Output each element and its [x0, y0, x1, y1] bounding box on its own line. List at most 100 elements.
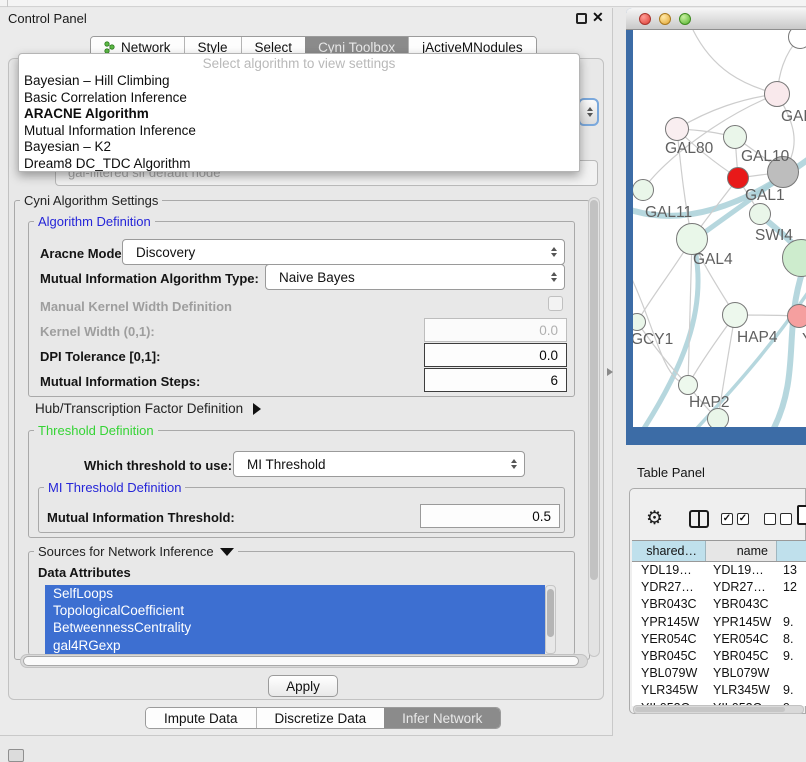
algorithm-dropdown-placeholder: Select algorithm to view settings: [19, 54, 579, 73]
top-strip-divider: [7, 0, 8, 7]
table-row[interactable]: YBR043CYBR043C: [632, 596, 806, 613]
threshold-definition-title: Threshold Definition: [34, 423, 158, 438]
table-cell: 9.: [777, 614, 806, 631]
algorithm-combo-stepper[interactable]: [578, 98, 599, 126]
collapsed-arrow-icon: [253, 403, 261, 415]
table-cell: YER054C: [632, 631, 706, 648]
settings-group-title: Cyni Algorithm Settings: [20, 193, 162, 208]
manual-kernel-checkbox[interactable]: [548, 296, 563, 311]
node-table: shared… name YDL19…YDL19…13YDR27…YDR27…1…: [632, 540, 806, 706]
table-hscrollbar-thumb[interactable]: [635, 707, 785, 712]
hub-section-toggle[interactable]: Hub/Transcription Factor Definition: [35, 401, 261, 416]
table-cell: [777, 665, 806, 682]
gear-icon[interactable]: ⚙: [646, 507, 663, 530]
mi-steps-input[interactable]: 6: [424, 368, 567, 392]
network-node[interactable]: [723, 125, 747, 149]
tab-discretize-data[interactable]: Discretize Data: [256, 708, 385, 728]
settings-scrollbar-thumb[interactable]: [590, 200, 598, 580]
table-row[interactable]: YBR045CYBR045C9.: [632, 648, 806, 665]
splitter-arrow-icon[interactable]: [607, 368, 613, 376]
zoom-traffic-light[interactable]: [679, 13, 691, 25]
network-node-label: GCY1: [633, 331, 673, 349]
minimize-traffic-light[interactable]: [659, 13, 671, 25]
table-cell: YLR345W: [632, 682, 706, 699]
network-node-label: HAP2: [689, 394, 730, 412]
algorithm-dropdown-popup: Select algorithm to view settings Bayesi…: [18, 53, 580, 172]
data-attribute-item[interactable]: SelfLoops: [45, 585, 545, 602]
network-node[interactable]: [764, 81, 790, 107]
unchecked-checkbox-icon-2[interactable]: [780, 513, 792, 525]
table-cell: YDL19…: [706, 562, 777, 579]
tab-impute-data[interactable]: Impute Data: [146, 708, 256, 728]
settings-scrollbar[interactable]: [588, 197, 600, 657]
aracne-mode-select[interactable]: Discovery: [122, 239, 565, 265]
data-attributes-list: SelfLoopsTopologicalCoefficientBetweenne…: [45, 585, 545, 654]
data-attribute-item[interactable]: gal4RGexp: [45, 637, 545, 654]
document-icon[interactable]: [797, 505, 806, 525]
attributes-scrollbar[interactable]: [545, 585, 556, 654]
network-node[interactable]: [722, 302, 748, 328]
minimized-panel-icon[interactable]: [8, 749, 24, 762]
mi-type-select[interactable]: Naive Bayes: [265, 264, 565, 290]
kernel-width-input[interactable]: 0.0: [424, 318, 567, 342]
split-panel-icon[interactable]: [689, 510, 709, 528]
table-cell: YER054C: [706, 631, 777, 648]
unchecked-checkbox-icon-1[interactable]: [764, 513, 776, 525]
network-node[interactable]: [633, 179, 654, 201]
table-header-row: shared… name: [632, 540, 806, 562]
network-node[interactable]: [678, 375, 698, 395]
settings-hscrollbar[interactable]: [20, 654, 588, 668]
float-icon[interactable]: [576, 13, 587, 24]
apply-button[interactable]: Apply: [268, 675, 338, 697]
table-row[interactable]: YBL079WYBL079W: [632, 665, 806, 682]
algorithm-dropdown-item[interactable]: Bayesian – K2: [19, 139, 579, 156]
column-header-partial[interactable]: [777, 541, 806, 561]
table-row[interactable]: YDR27…YDR27…12: [632, 579, 806, 596]
dpi-tolerance-label: DPI Tolerance [0,1]:: [40, 349, 160, 364]
network-window-titlebar[interactable]: [626, 8, 806, 30]
algorithm-dropdown-item[interactable]: Basic Correlation Inference: [19, 90, 579, 107]
table-hscrollbar[interactable]: [633, 705, 804, 714]
sources-group-toggle[interactable]: Sources for Network Inference: [34, 544, 238, 559]
column-header-name[interactable]: name: [706, 541, 777, 561]
algorithm-dropdown-item[interactable]: ARACNE Algorithm: [19, 106, 579, 123]
tab-infer-network[interactable]: Infer Network: [384, 708, 500, 728]
network-node[interactable]: [749, 203, 771, 225]
window-top-strip: [0, 0, 806, 7]
table-row[interactable]: YPR145WYPR145W9.: [632, 614, 806, 631]
mi-steps-label: Mutual Information Steps:: [40, 374, 200, 389]
algorithm-definition-title: Algorithm Definition: [34, 214, 155, 229]
table-row[interactable]: YDL19…YDL19…13: [632, 562, 806, 579]
settings-hscrollbar-thumb[interactable]: [23, 656, 579, 666]
table-cell: YBR043C: [632, 596, 706, 613]
algorithm-dropdown-item[interactable]: Mutual Information Inference: [19, 123, 579, 140]
expanded-arrow-icon: [220, 548, 234, 556]
network-node-label: HAP4: [737, 329, 778, 347]
close-traffic-light[interactable]: [639, 13, 651, 25]
table-cell: YDR27…: [632, 579, 706, 596]
checked-checkbox-icon-1[interactable]: ✓: [721, 513, 733, 525]
algorithm-dropdown-item[interactable]: Dream8 DC_TDC Algorithm: [19, 156, 579, 173]
network-node[interactable]: [787, 304, 806, 328]
network-canvas[interactable]: GALGAL80GAL10GAL1GAL11SWI4GAL4GCY1HAP4YH…: [633, 30, 806, 427]
which-threshold-select[interactable]: MI Threshold: [233, 451, 525, 477]
close-icon[interactable]: ✕: [592, 9, 604, 26]
network-node[interactable]: [727, 167, 749, 189]
attributes-scrollbar-thumb[interactable]: [547, 589, 554, 637]
column-header-shared-name[interactable]: shared…: [632, 541, 706, 561]
table-cell: 9.: [777, 682, 806, 699]
checked-checkbox-icon-2[interactable]: ✓: [737, 513, 749, 525]
mi-threshold-input[interactable]: 0.5: [420, 504, 560, 528]
table-row[interactable]: YER054CYER054C8.: [632, 631, 806, 648]
network-icon: [104, 41, 116, 54]
dpi-tolerance-input[interactable]: 0.0: [424, 343, 567, 367]
algorithm-dropdown-item[interactable]: Bayesian – Hill Climbing: [19, 73, 579, 90]
aracne-mode-label: Aracne Mode:: [40, 246, 126, 261]
network-node[interactable]: [665, 117, 689, 141]
table-row[interactable]: YLR345WYLR345W9.: [632, 682, 806, 699]
table-cell: YDR27…: [706, 579, 777, 596]
data-attribute-item[interactable]: TopologicalCoefficient: [45, 602, 545, 619]
data-attribute-item[interactable]: BetweennessCentrality: [45, 619, 545, 636]
table-cell: YPR145W: [706, 614, 777, 631]
table-cell: YBR043C: [706, 596, 777, 613]
